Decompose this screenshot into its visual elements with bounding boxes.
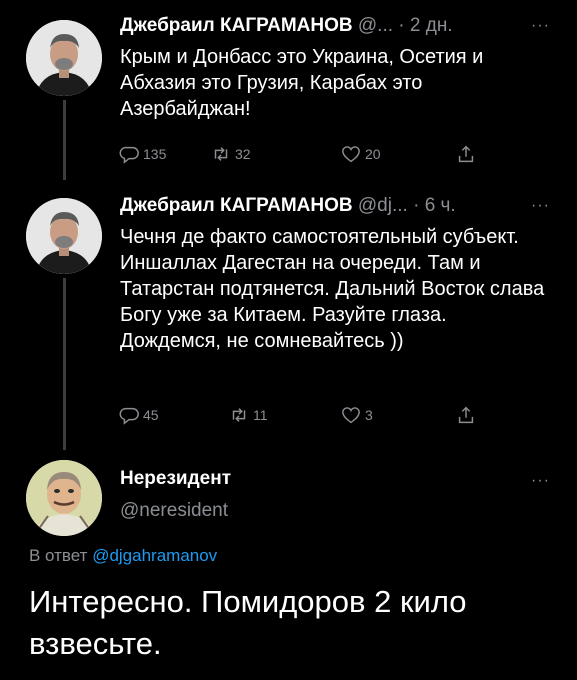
reply-tweet-text: Интересно. Помидоров 2 кило взвесьте.: [29, 584, 467, 661]
share-button[interactable]: [455, 143, 480, 165]
tweet-text: Чечня де факто самостоятельный субъект. …: [120, 226, 545, 352]
portrait-avatar-image: [26, 198, 102, 274]
reply-button[interactable]: 135: [118, 143, 166, 165]
thread-line: [63, 100, 66, 180]
tweet-timestamp[interactable]: 6 ч.: [425, 195, 456, 216]
more-options-icon[interactable]: ···: [531, 197, 550, 215]
reply-context: В ответ @djgahramanov: [29, 546, 217, 566]
author-name[interactable]: Джебраил КАГРАМАНОВ: [120, 195, 353, 216]
reply-count: 45: [143, 407, 159, 423]
reply-to-prefix: В ответ: [29, 546, 88, 565]
tweet-header: Джебраил КАГРАМАНОВ @dj... · 6 ч.: [120, 195, 456, 217]
more-options-icon[interactable]: ···: [531, 17, 550, 35]
author-handle[interactable]: @...: [358, 15, 393, 36]
author-name[interactable]: Джебраил КАГРАМАНОВ: [120, 15, 353, 36]
retweet-button[interactable]: 11: [228, 404, 268, 426]
retweet-count: 32: [235, 146, 251, 162]
author-handle[interactable]: @neresident: [120, 500, 228, 522]
heart-icon: [342, 146, 360, 163]
tweet-2[interactable]: Джебраил КАГРАМАНОВ @dj... · 6 ч. ··· Че…: [0, 180, 577, 450]
tweet-1[interactable]: Джебраил КАГРАМАНОВ @... · 2 дн. ··· Кры…: [0, 0, 577, 180]
retweet-icon: [214, 147, 228, 161]
reply-button[interactable]: 45: [118, 404, 159, 426]
tweet-timestamp[interactable]: 2 дн.: [410, 15, 453, 36]
retweet-count: 11: [253, 407, 268, 423]
like-count: 3: [365, 407, 373, 423]
like-button[interactable]: 20: [340, 143, 381, 165]
tweet-actions: 45 11 3: [118, 404, 498, 428]
author-avatar[interactable]: [26, 20, 102, 96]
reply-icon: [119, 407, 139, 425]
author-avatar[interactable]: [26, 198, 102, 274]
retweet-button[interactable]: 32: [210, 143, 251, 165]
share-icon: [458, 406, 474, 424]
more-options-icon[interactable]: ···: [531, 472, 550, 490]
separator-dot: ·: [398, 15, 405, 36]
reply-count: 135: [143, 146, 167, 162]
heart-icon: [342, 407, 360, 424]
cartoon-avatar-image: [26, 460, 102, 536]
tweet-actions: 135 32 20: [118, 143, 498, 167]
share-icon: [458, 145, 474, 163]
like-count: 20: [365, 146, 381, 162]
author-avatar[interactable]: [26, 460, 102, 536]
author-name[interactable]: Нерезидент: [120, 468, 231, 490]
portrait-avatar-image: [26, 20, 102, 96]
retweet-icon: [232, 408, 246, 422]
author-handle[interactable]: @dj...: [358, 195, 408, 216]
share-button[interactable]: [455, 404, 480, 426]
like-button[interactable]: 3: [340, 404, 373, 426]
tweet-header: Джебраил КАГРАМАНОВ @... · 2 дн.: [120, 15, 453, 37]
reply-to-mention-link[interactable]: @djgahramanov: [92, 546, 217, 565]
tweet-text: Крым и Донбасс это Украина, Осетия и Абх…: [120, 46, 484, 120]
separator-dot: ·: [413, 195, 420, 216]
thread-line: [63, 278, 66, 450]
reply-icon: [119, 146, 139, 164]
